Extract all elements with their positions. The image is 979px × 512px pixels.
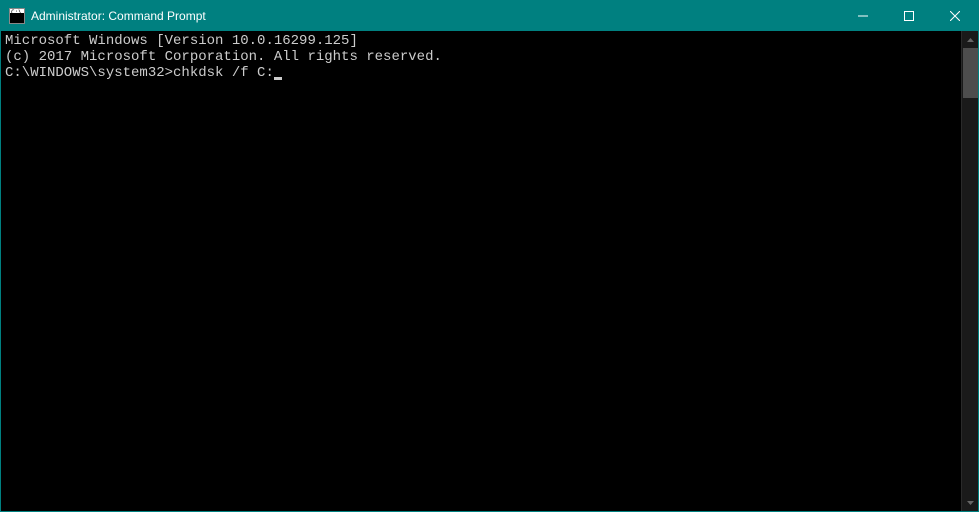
- minimize-button[interactable]: [840, 1, 886, 31]
- window-title: Administrator: Command Prompt: [31, 9, 840, 23]
- cmd-icon: [9, 8, 25, 24]
- close-button[interactable]: [932, 1, 978, 31]
- prompt-line: C:\WINDOWS\system32>chkdsk /f C:: [5, 65, 957, 81]
- scroll-down-arrow[interactable]: [962, 494, 978, 511]
- typed-command: chkdsk /f C:: [173, 65, 274, 81]
- vertical-scrollbar[interactable]: [961, 31, 978, 511]
- text-cursor: [274, 77, 282, 80]
- scroll-up-arrow[interactable]: [962, 31, 978, 48]
- console-area: Microsoft Windows [Version 10.0.16299.12…: [1, 31, 978, 511]
- maximize-button[interactable]: [886, 1, 932, 31]
- prompt-path: C:\WINDOWS\system32>: [5, 65, 173, 81]
- window-controls: [840, 1, 978, 31]
- console-line: (c) 2017 Microsoft Corporation. All righ…: [5, 49, 957, 65]
- console-content[interactable]: Microsoft Windows [Version 10.0.16299.12…: [1, 31, 961, 511]
- console-line: Microsoft Windows [Version 10.0.16299.12…: [5, 33, 957, 49]
- titlebar[interactable]: Administrator: Command Prompt: [1, 1, 978, 31]
- command-prompt-window: Administrator: Command Prompt Microsoft …: [0, 0, 979, 512]
- scroll-thumb[interactable]: [963, 48, 978, 98]
